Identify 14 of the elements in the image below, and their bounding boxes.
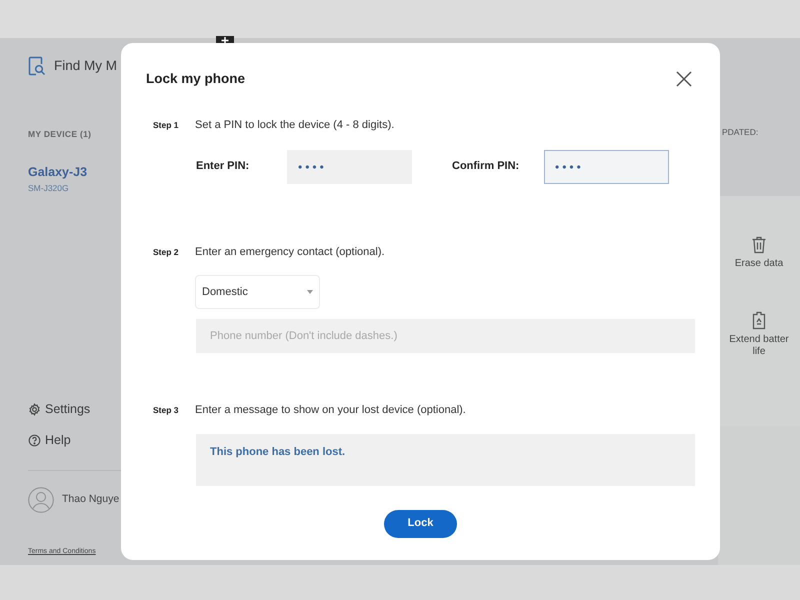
step-instruction: Enter a message to show on your lost device (optional). — [195, 403, 466, 418]
status-label: PDATED: — [721, 126, 760, 139]
field-label: Confirm PIN: — [452, 159, 520, 174]
dialog-title: Lock my phone — [146, 70, 246, 88]
user-name: Thao Nguye — [62, 492, 120, 507]
app-title: Find My M — [54, 57, 118, 75]
step-label: Step 2 — [152, 246, 180, 258]
step-instruction: Set a PIN to lock the device (4 - 8 digits). — [195, 118, 394, 133]
field-label: Enter PIN: — [196, 159, 250, 174]
device-model: SM-J320G — [28, 182, 70, 194]
section-label: MY DEVICE (1) — [28, 128, 92, 141]
step-label: Step 3 — [152, 404, 180, 417]
step-label: Step 1 — [152, 119, 180, 132]
step-instruction: Enter an emergency contact (optional). — [195, 244, 385, 260]
